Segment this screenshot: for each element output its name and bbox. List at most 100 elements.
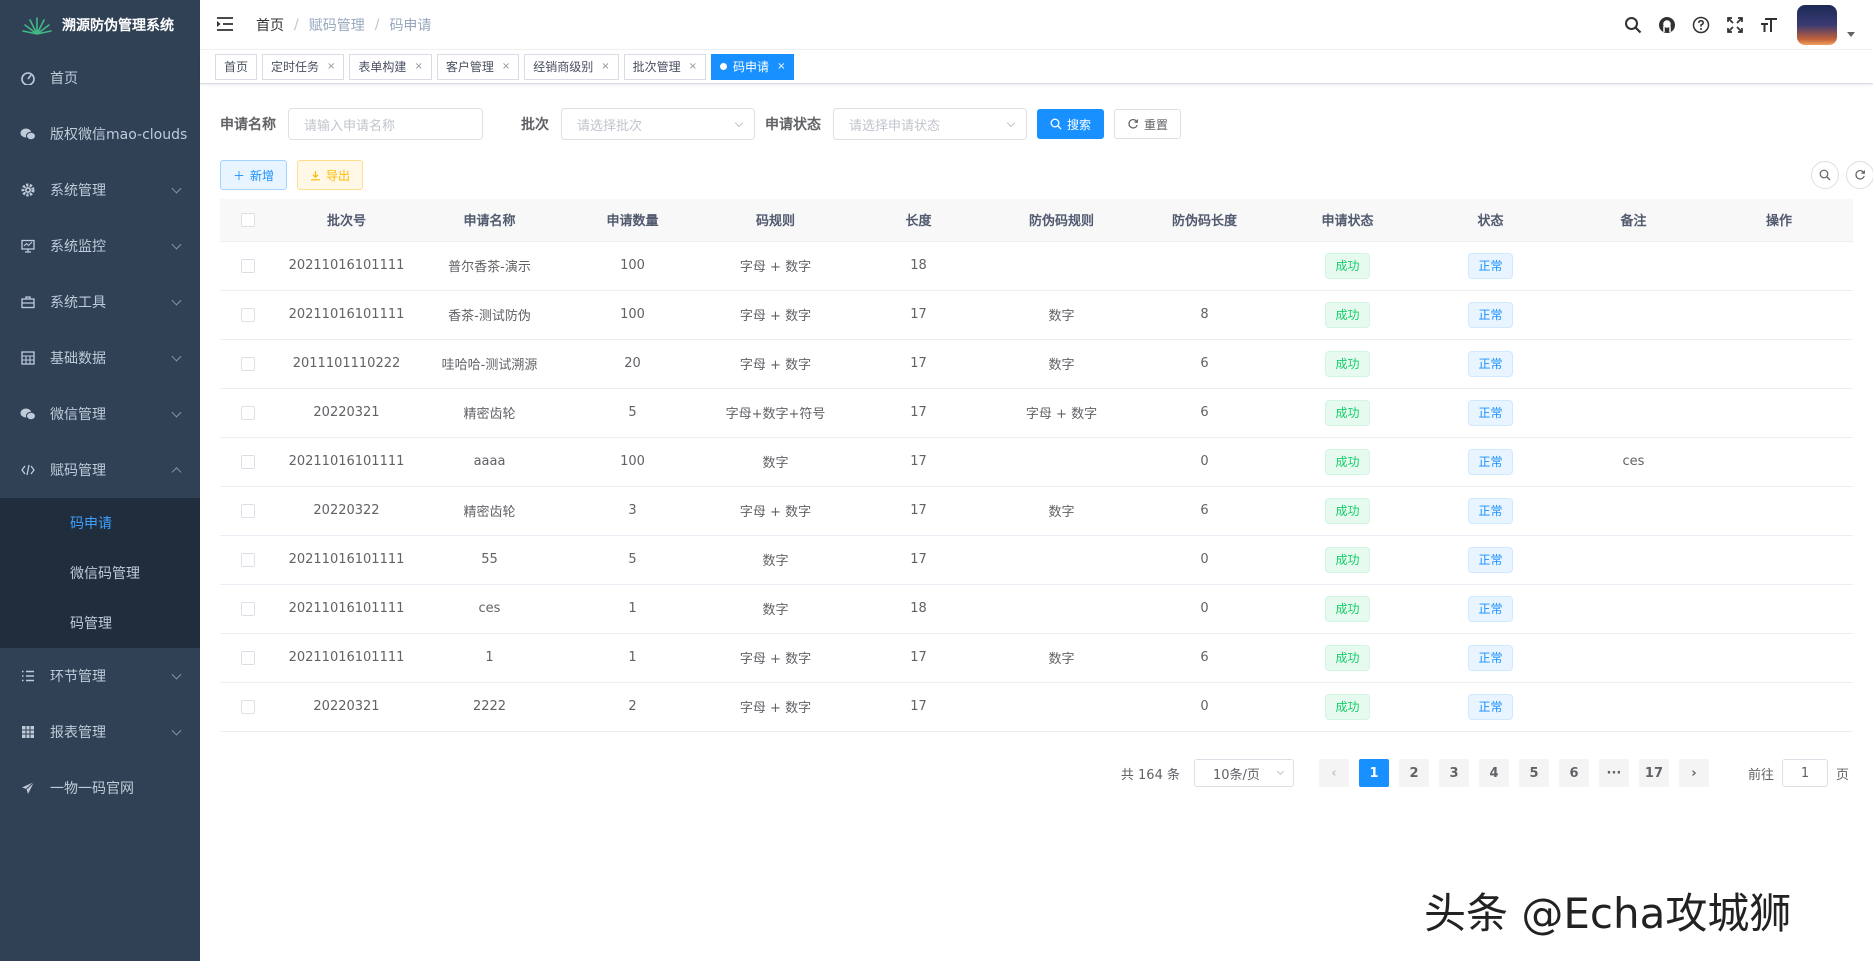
column-header[interactable]: 操作 [1705,199,1853,242]
sidebar-logo[interactable]: 溯源防伪管理系统 [0,0,200,50]
column-header[interactable]: 防伪码规则 [990,199,1133,242]
row-checkbox[interactable] [240,503,255,518]
column-header[interactable]: 申请数量 [561,199,704,242]
table-row[interactable]: 2011101110222 哇哈哈-测试溯源 20 字母 + 数字 17 数字 6 成功 正常 [220,339,1853,389]
cell-note [1562,388,1705,438]
breadcrumb-home[interactable]: 首页 [256,15,284,35]
row-checkbox[interactable] [240,258,255,273]
page-ellipsis-button[interactable]: ··· [1598,759,1629,787]
tag-home[interactable]: 首页 [215,53,258,80]
sidebar-item-monitor[interactable]: 系统监控 [0,218,200,274]
batch-select[interactable]: 请选择批次 [561,108,755,140]
page-button[interactable]: 2 [1398,759,1429,787]
sidebar-subitem-code-apply[interactable]: 码申请 [0,498,200,548]
column-header[interactable]: 备注 [1562,199,1705,242]
close-icon[interactable]: × [414,55,422,79]
table-row[interactable]: 20211016101111 普尔香茶-演示 100 字母 + 数字 18 成功 正常 [220,241,1853,291]
close-icon[interactable]: × [689,55,697,79]
export-button[interactable]: 导出 [297,160,364,190]
close-icon[interactable]: × [601,55,609,79]
column-header[interactable]: 申请名称 [418,199,561,242]
cell-batch: 20220322 [275,486,418,536]
close-icon[interactable]: × [777,55,785,79]
sidebar-item-coding[interactable]: 赋码管理 [0,442,200,498]
sidebar-item-process[interactable]: 环节管理 [0,648,200,704]
close-icon[interactable]: × [502,55,510,79]
column-header[interactable]: 申请状态 [1276,199,1419,242]
close-icon[interactable]: × [327,55,335,79]
active-dot-icon [720,63,728,70]
goto-page-input[interactable]: 1 [1781,759,1828,787]
github-icon[interactable] [1657,15,1677,35]
caret-down-icon[interactable] [1847,31,1855,37]
table-row[interactable]: 20220322 精密齿轮 3 字母 + 数字 17 数字 6 成功 正常 [220,486,1853,536]
hamburger-icon[interactable] [216,16,234,34]
add-button[interactable]: ＋ 新增 [220,160,288,190]
sidebar-item-home[interactable]: 首页 [0,50,200,106]
toggle-search-button[interactable] [1811,161,1839,189]
table-row[interactable]: 20211016101111 55 5 数字 17 0 成功 正常 [220,535,1853,585]
tag-code-apply[interactable]: 码申请 × [711,53,795,80]
column-header[interactable]: 批次号 [275,199,418,242]
column-header[interactable]: 长度 [847,199,990,242]
column-header[interactable]: 防伪码长度 [1133,199,1276,242]
help-icon[interactable] [1691,15,1711,35]
tag-form-builder[interactable]: 表单构建 × [349,53,432,80]
sidebar-subitem-wechat-code[interactable]: 微信码管理 [0,548,200,598]
row-checkbox[interactable] [240,307,255,322]
sidebar-subitem-code-manage[interactable]: 码管理 [0,598,200,648]
table-row[interactable]: 20220321 精密齿轮 5 字母+数字+符号 17 字母 + 数字 6 成功 正常 [220,388,1853,438]
sidebar-item-system[interactable]: 系统管理 [0,162,200,218]
page-button[interactable]: 4 [1478,759,1509,787]
column-header[interactable]: 状态 [1419,199,1562,242]
goto-page-value: 1 [1800,765,1810,781]
apply-status-select[interactable]: 请选择申请状态 [833,108,1027,140]
avatar[interactable] [1797,5,1837,45]
row-checkbox[interactable] [240,552,255,567]
table-row[interactable]: 20211016101111 香茶-测试防伪 100 字母 + 数字 17 数字 8 成功 正常 [220,290,1853,340]
sidebar-item-label: 微信管理 [50,407,106,423]
page-button[interactable]: 6 [1558,759,1589,787]
sidebar-item-wechat-manage[interactable]: 微信管理 [0,386,200,442]
sidebar-item-report[interactable]: 报表管理 [0,704,200,760]
apply-name-input[interactable]: 请输入申请名称 [288,108,483,140]
page-button[interactable]: 3 [1438,759,1469,787]
sidebar-item-base-data[interactable]: 基础数据 [0,330,200,386]
table-row[interactable]: 20211016101111 1 1 字母 + 数字 17 数字 6 成功 正常 [220,633,1853,683]
tag-customer[interactable]: 客户管理 × [436,53,520,80]
search-icon[interactable] [1623,15,1643,35]
row-checkbox[interactable] [240,454,255,469]
sidebar-item-label: 环节管理 [50,669,106,685]
status-badge: 正常 [1468,350,1513,377]
refresh-table-button[interactable] [1846,161,1873,189]
column-header[interactable]: 码规则 [704,199,847,242]
search-button[interactable]: 搜索 [1037,109,1105,139]
sidebar-item-website[interactable]: 一物一码官网 [0,760,200,816]
table-row[interactable]: 20211016101111 aaaa 100 数字 17 0 成功 正常 ces [220,437,1853,487]
table-row[interactable]: 20211016101111 ces 1 数字 18 0 成功 正常 [220,584,1853,634]
row-checkbox[interactable] [240,601,255,616]
tag-batch[interactable]: 批次管理 × [623,53,707,80]
apply-status-badge: 成功 [1325,497,1370,524]
row-checkbox[interactable] [240,699,255,714]
page-button[interactable]: 5 [1518,759,1549,787]
sidebar-item-wechat-copyright[interactable]: 版权微信mao-clouds [0,106,200,162]
prev-page-button[interactable]: ‹ [1318,759,1349,787]
row-checkbox[interactable] [240,405,255,420]
page-button[interactable]: 1 [1358,759,1389,787]
row-checkbox[interactable] [240,356,255,371]
font-size-icon[interactable] [1759,15,1779,35]
download-icon [311,170,321,180]
tag-dealer-level[interactable]: 经销商级别 × [524,53,619,80]
select-all-checkbox[interactable] [240,212,255,227]
table-row[interactable]: 20220321 2222 2 字母 + 数字 17 0 成功 正常 [220,682,1853,732]
reset-button[interactable]: 重置 [1114,109,1182,139]
fullscreen-icon[interactable] [1725,15,1745,35]
page-button[interactable]: 17 [1638,759,1669,787]
batch-placeholder: 请选择批次 [577,118,643,134]
page-size-select[interactable]: 10条/页 [1193,759,1294,787]
tag-scheduled-task[interactable]: 定时任务 × [262,53,345,80]
row-checkbox[interactable] [240,650,255,665]
sidebar-item-tools[interactable]: 系统工具 [0,274,200,330]
next-page-button[interactable]: › [1678,759,1709,787]
